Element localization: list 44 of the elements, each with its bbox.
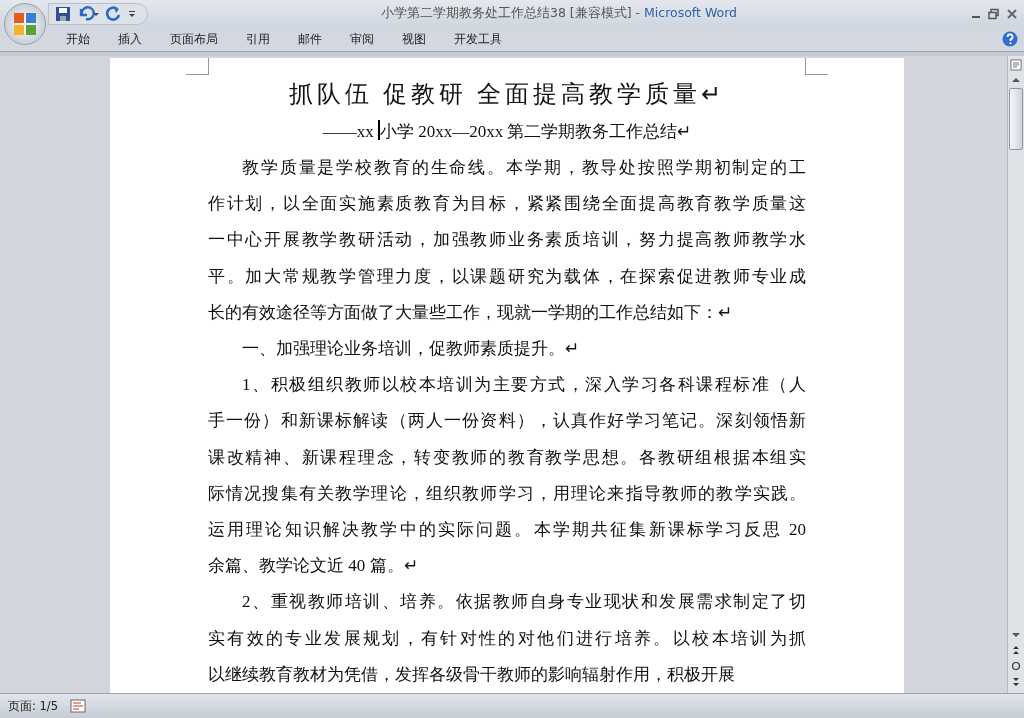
- text-line: 以继续教育教材为凭借，发挥各级骨干教师的影响辐射作用，积极开展: [208, 664, 735, 684]
- text-line: 1、积极组织教师以校本培训为主要方式，深入学习各科课程标准（人: [242, 374, 806, 397]
- crop-mark: [186, 58, 209, 75]
- ribbon-tab[interactable]: 引用: [232, 30, 284, 48]
- crop-mark: [805, 58, 828, 75]
- text-line: 手一份）和新课标解读（两人一份资料），认真作好学习笔记。深刻领悟新: [208, 410, 806, 433]
- ribbon-tab[interactable]: 插入: [104, 30, 156, 48]
- ribbon-tab[interactable]: 开始: [52, 30, 104, 48]
- text-line: 际情况搜集有关教学理论，组织教师学习，用理论来指导教师的教学实践。: [208, 482, 806, 505]
- close-icon[interactable]: [1006, 7, 1018, 20]
- text-line: 运用理论知识解决教学中的实际问题。本学期共征集新课标学习反思 20: [208, 519, 806, 542]
- text-line: 课改精神、新课程理念，转变教师的教育教学思想。各教研组根据本组实: [208, 446, 806, 469]
- ruler-toggle-icon[interactable]: [1009, 58, 1023, 72]
- ribbon-tab[interactable]: 页面布局: [156, 30, 232, 48]
- help-icon[interactable]: [1002, 31, 1018, 47]
- office-logo-icon: [11, 10, 39, 38]
- text-line: 作计划，以全面实施素质教育为目标，紧紧围绕全面提高教育教学质量这: [208, 193, 806, 216]
- text-cursor: [377, 120, 380, 140]
- undo-icon[interactable]: [77, 5, 99, 22]
- text-line: 实有效的专业发展规划，有针对性的对他们进行培养。以校本培训为抓: [208, 627, 806, 650]
- app-name: - Microsoft Word: [635, 5, 738, 20]
- scrollbar-thumb[interactable]: [1009, 88, 1023, 150]
- ribbon-tab[interactable]: 开发工具: [440, 30, 516, 48]
- office-button[interactable]: [4, 3, 46, 45]
- ribbon-tab[interactable]: 审阅: [336, 30, 388, 48]
- save-icon[interactable]: [55, 5, 71, 22]
- redo-icon[interactable]: [105, 5, 121, 22]
- window-title: 小学第二学期教务处工作总结38 [兼容模式]: [380, 5, 632, 20]
- ribbon-tab[interactable]: 视图: [388, 30, 440, 48]
- restore-icon[interactable]: [988, 7, 1000, 20]
- text-line: 2、重视教师培训、培养。依据教师自身专业现状和发展需求制定了切: [242, 591, 806, 614]
- proofing-icon[interactable]: [70, 699, 87, 713]
- subtitle-text: ——xx: [322, 122, 375, 141]
- page-count[interactable]: 页面: 1/5: [8, 698, 59, 714]
- browse-object-icon[interactable]: [1009, 659, 1023, 673]
- ribbon-tab[interactable]: 邮件: [284, 30, 336, 48]
- text-line: 长的有效途径等方面做了大量些工作，现就一学期的工作总结如下：↵: [208, 302, 732, 322]
- subtitle-text: 小学 20xx—20xx 第二学期教务工作总结↵: [379, 122, 692, 141]
- text-line: 余篇、教学论文近 40 篇。↵: [208, 556, 418, 576]
- text-line: 一、加强理论业务培训，促教师素质提升。↵: [242, 339, 579, 358]
- document-title: 抓队伍 促教研 全面提高教学质量↵: [288, 80, 726, 109]
- text-line: 一中心开展教学教研活动，加强教师业务素质培训，努力提高教师教学水: [208, 229, 806, 252]
- text-line: 教学质量是学校教育的生命线。本学期，教导处按照学期初制定的工: [242, 157, 806, 179]
- text-line: 平。加大常规教学管理力度，以课题研究为载体，在探索促进教师专业成: [208, 265, 806, 288]
